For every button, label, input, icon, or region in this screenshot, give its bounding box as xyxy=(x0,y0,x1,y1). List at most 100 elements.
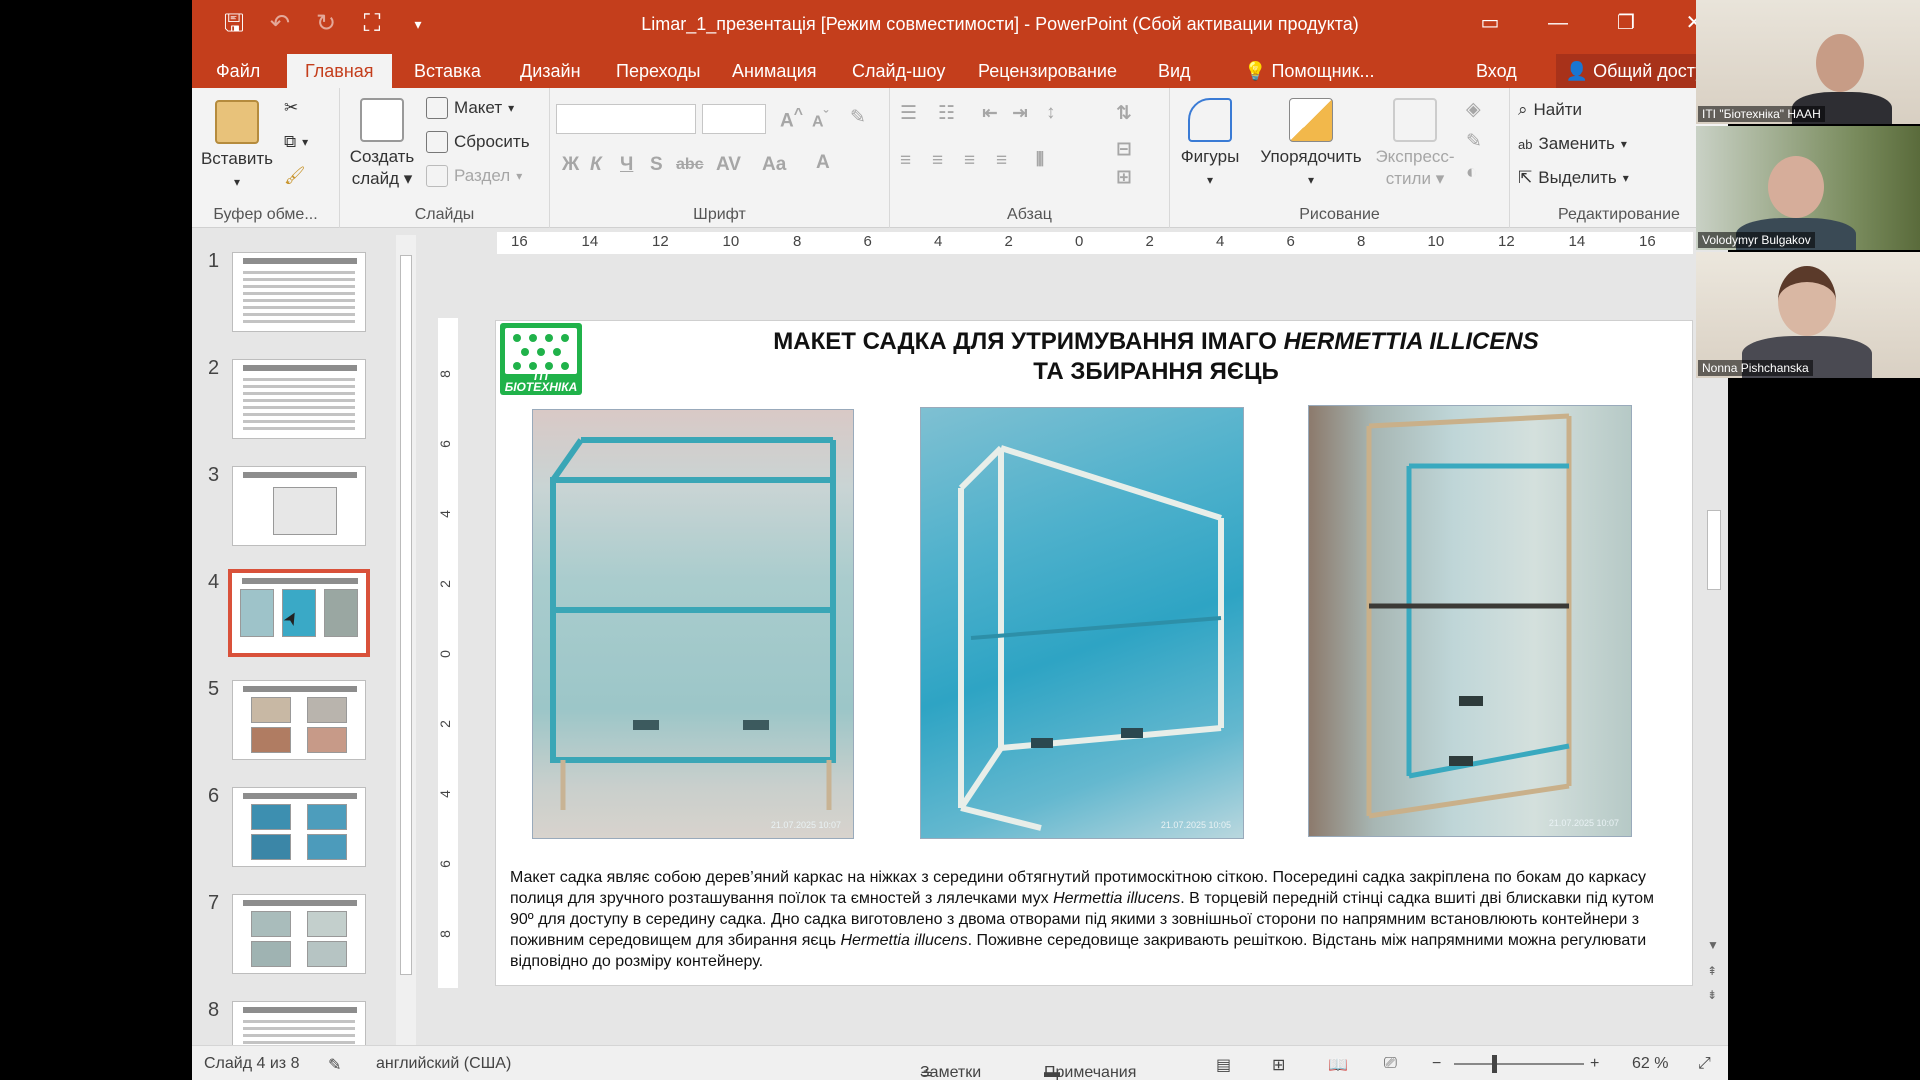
decrease-font-icon[interactable]: Aˇ xyxy=(812,108,828,131)
align-left-icon[interactable]: ≡ xyxy=(900,150,911,172)
spellcheck-icon[interactable]: ✎ xyxy=(328,1055,341,1075)
columns-icon[interactable]: ⫴ xyxy=(1036,150,1044,172)
ruler-tick-label: 4 xyxy=(1216,233,1225,250)
next-slide-icon[interactable]: ⇟ xyxy=(1707,988,1717,1002)
thumbnail-scroll-thumb[interactable] xyxy=(400,255,412,975)
tab-transitions[interactable]: Переходы xyxy=(598,54,718,88)
scroll-down-icon[interactable]: ▼ xyxy=(1707,938,1719,952)
copy-button[interactable]: ⧉ ▾ xyxy=(284,128,308,156)
zoom-slider-thumb[interactable] xyxy=(1492,1055,1497,1073)
slide-sorter-icon[interactable]: ⊞ xyxy=(1272,1055,1285,1075)
zoom-out-icon[interactable]: − xyxy=(1432,1055,1441,1073)
align-text-icon[interactable]: ⊟ xyxy=(1116,138,1132,161)
char-spacing-icon[interactable]: AV xyxy=(716,154,741,176)
layout-button[interactable]: Макет ▾ xyxy=(426,94,514,122)
ribbon-display-options-icon[interactable]: ▭ xyxy=(1456,0,1524,50)
change-case-icon[interactable]: Aa xyxy=(762,154,786,176)
ruler-tick-label: 4 xyxy=(436,510,453,518)
underline-icon[interactable]: Ч xyxy=(620,154,633,176)
replace-button[interactable]: ab Заменить ▾ xyxy=(1518,130,1627,158)
shadow-icon[interactable]: S xyxy=(650,154,663,176)
text-direction-icon[interactable]: ⇅ xyxy=(1116,102,1132,125)
slide-thumbnail[interactable] xyxy=(232,466,366,546)
slide-thumbnail[interactable] xyxy=(232,359,366,439)
italic-icon[interactable]: К xyxy=(590,154,602,176)
slide-scroll-thumb[interactable] xyxy=(1707,510,1721,590)
quick-styles-button[interactable]: Экспресс-стили ▾ xyxy=(1370,98,1460,190)
slide-scrollbar[interactable]: ▼ ⇞ ⇟ xyxy=(1702,320,1724,1040)
slide-canvas[interactable]: ІТІ БІОТЕХНІКА МАКЕТ САДКА ДЛЯ УТРИМУВАН… xyxy=(495,320,1693,986)
tab-animations[interactable]: Анимация xyxy=(714,54,835,88)
tab-design[interactable]: Дизайн xyxy=(502,54,599,88)
zoom-slider[interactable] xyxy=(1454,1063,1584,1065)
minimize-button[interactable]: — xyxy=(1524,0,1592,50)
bullets-icon[interactable]: ☰ xyxy=(900,102,917,125)
video-tile-3[interactable]: Nonna Pishchanska xyxy=(1696,252,1920,378)
language-indicator[interactable]: английский (США) xyxy=(376,1055,511,1073)
sign-in-link[interactable]: Вход xyxy=(1458,54,1535,88)
shapes-label: Фигуры xyxy=(1180,147,1240,166)
numbering-icon[interactable]: ☷ xyxy=(938,102,955,125)
tab-tell-me[interactable]: 💡 Помощник... xyxy=(1226,54,1392,88)
video-tile-2[interactable]: Volodymyr Bulgakov xyxy=(1696,126,1920,250)
find-button[interactable]: ⌕ Найти xyxy=(1518,96,1582,124)
tab-review[interactable]: Рецензирование xyxy=(960,54,1135,88)
tab-insert[interactable]: Вставка xyxy=(396,54,499,88)
increase-font-icon[interactable]: A^ xyxy=(780,106,803,132)
ruler-tick-label: 4 xyxy=(934,233,943,250)
arrange-button[interactable]: Упорядочить ▾ xyxy=(1254,98,1368,191)
thumbnail-number: 1 xyxy=(208,250,220,272)
new-slide-button[interactable]: Создать слайд ▾ xyxy=(344,98,420,190)
font-color-icon[interactable]: A xyxy=(816,152,830,174)
tab-view[interactable]: Вид xyxy=(1140,54,1209,88)
shape-outline-icon[interactable]: ✎ xyxy=(1466,130,1482,153)
font-name-combo[interactable] xyxy=(556,104,696,134)
replace-label: Заменить xyxy=(1538,134,1615,153)
slide-thumbnail[interactable] xyxy=(228,569,370,657)
fit-to-window-icon[interactable]: ⤢ xyxy=(1698,1055,1711,1073)
strikethrough-icon[interactable]: abc xyxy=(676,156,704,174)
align-right-icon[interactable]: ≡ xyxy=(964,150,975,172)
increase-indent-icon[interactable]: ⇥ xyxy=(1012,102,1028,125)
section-label: Раздел xyxy=(454,166,511,185)
section-button[interactable]: Раздел ▾ xyxy=(426,162,522,190)
align-center-icon[interactable]: ≡ xyxy=(932,150,943,172)
smartart-icon[interactable]: ⊞ xyxy=(1116,166,1132,189)
slide-body-text[interactable]: Макет садка являє собою дерев’яний карка… xyxy=(510,867,1680,972)
slide-thumbnail[interactable] xyxy=(232,894,366,974)
slide-title[interactable]: МАКЕТ САДКА ДЛЯ УТРИМУВАННЯ ІМАГО HERMET… xyxy=(656,327,1656,387)
zoom-in-icon[interactable]: + xyxy=(1590,1055,1599,1073)
thumbnail-scrollbar[interactable] xyxy=(396,235,416,1045)
shape-fill-icon[interactable]: ◈ xyxy=(1466,98,1481,121)
video-tile-1[interactable]: ІТІ "Біотехніка" НААН xyxy=(1696,0,1920,124)
zoom-level[interactable]: 62 % xyxy=(1632,1055,1668,1073)
reading-view-icon[interactable]: 📖 xyxy=(1328,1055,1348,1075)
shapes-button[interactable]: Фигуры ▾ xyxy=(1176,98,1244,191)
format-painter-button[interactable]: 🖌 xyxy=(284,162,306,190)
slideshow-view-icon[interactable]: ⎚ xyxy=(1384,1055,1397,1073)
cut-button[interactable]: ✂ xyxy=(284,94,298,122)
slide-thumbnail[interactable] xyxy=(232,252,366,332)
tab-file[interactable]: Файл xyxy=(198,54,278,88)
clear-formatting-icon[interactable]: ✎ xyxy=(850,106,866,129)
participant-2-face xyxy=(1768,156,1824,218)
reset-button[interactable]: Сбросить xyxy=(426,128,530,156)
paste-button[interactable]: Вставить ▾ xyxy=(198,100,276,193)
tab-slideshow[interactable]: Слайд-шоу xyxy=(834,54,963,88)
select-button[interactable]: ⇱ Выделить ▾ xyxy=(1518,164,1629,192)
normal-view-icon[interactable]: ▤ xyxy=(1216,1055,1231,1075)
maximize-button[interactable]: ❐ xyxy=(1592,0,1660,50)
tab-home[interactable]: Главная xyxy=(287,54,392,88)
new-slide-icon xyxy=(360,98,404,142)
previous-slide-icon[interactable]: ⇞ xyxy=(1707,964,1717,978)
line-spacing-icon[interactable]: ↕ xyxy=(1046,102,1056,124)
bold-icon[interactable]: Ж xyxy=(562,154,579,176)
decrease-indent-icon[interactable]: ⇤ xyxy=(982,102,998,125)
slide-thumbnail[interactable] xyxy=(232,787,366,867)
find-label: Найти xyxy=(1533,100,1583,119)
justify-icon[interactable]: ≡ xyxy=(996,150,1007,172)
slide-thumbnail[interactable] xyxy=(232,680,366,760)
font-size-combo[interactable] xyxy=(702,104,766,134)
participant-3-name: Nonna Pishchanska xyxy=(1698,360,1813,376)
shape-effects-icon[interactable]: ◐ xyxy=(1466,162,1477,184)
